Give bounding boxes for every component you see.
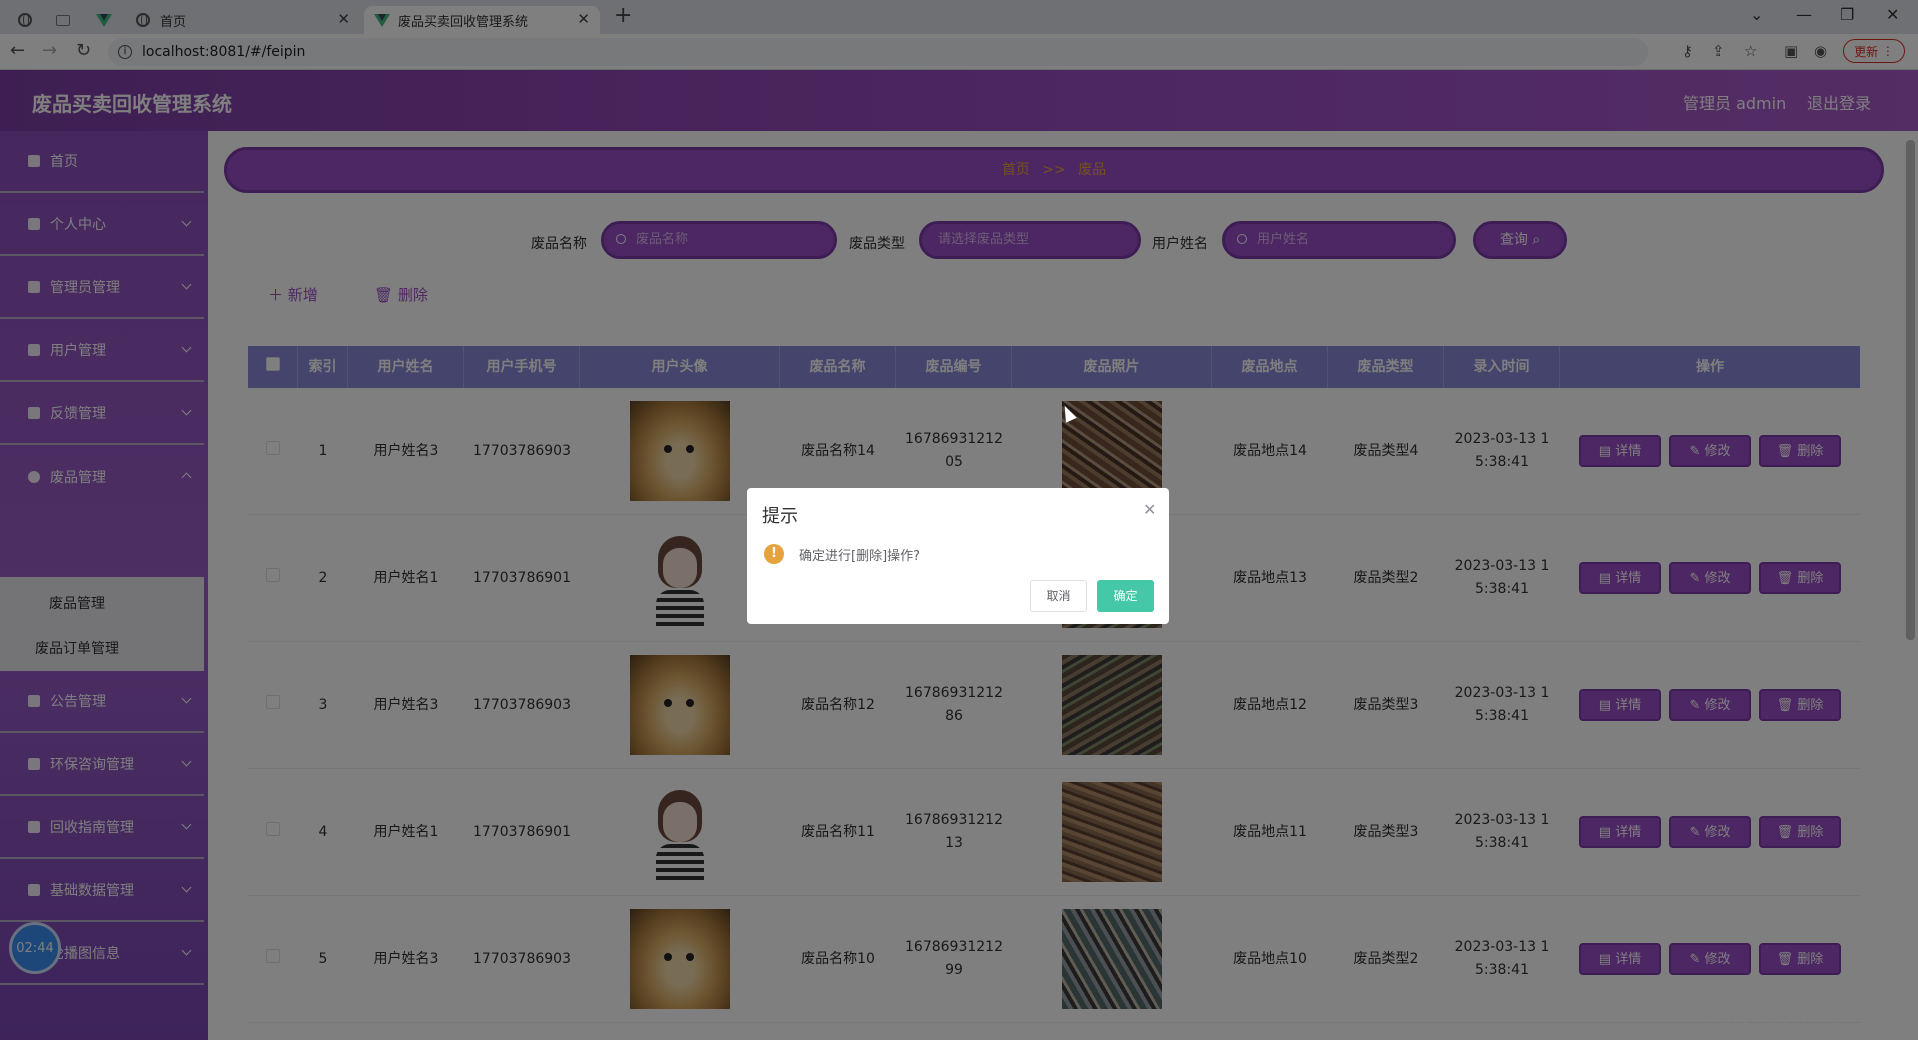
confirm-dialog: 提示 ✕ ! 确定进行[删除]操作? 取消 确定 <box>747 488 1169 624</box>
confirm-button[interactable]: 确定 <box>1097 580 1154 612</box>
dialog-message: 确定进行[删除]操作? <box>799 549 921 564</box>
warning-icon: ! <box>764 544 784 564</box>
close-icon[interactable]: ✕ <box>1143 500 1156 519</box>
cancel-button[interactable]: 取消 <box>1030 580 1087 612</box>
dialog-title: 提示 <box>762 506 798 527</box>
